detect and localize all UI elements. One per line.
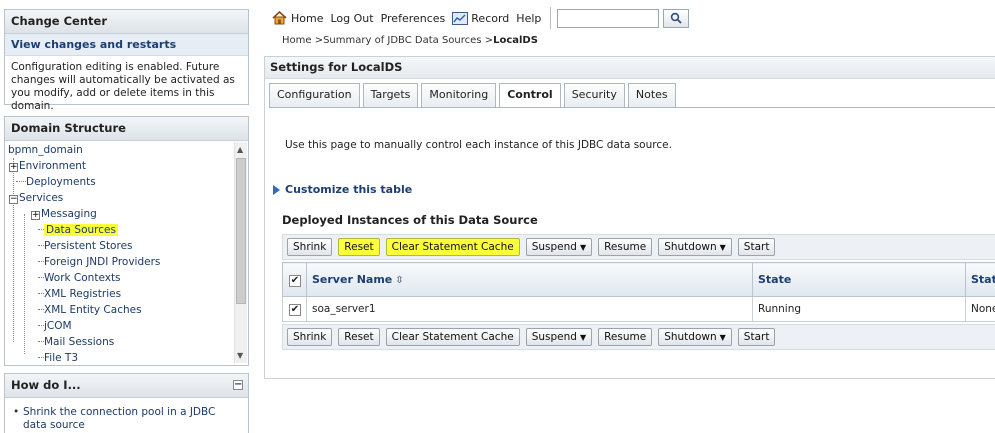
column-state[interactable]: State xyxy=(752,262,966,297)
sort-icon[interactable]: ⇳ xyxy=(395,275,403,286)
expand-icon[interactable]: + xyxy=(31,211,40,220)
tree-item-environment[interactable]: +Environment xyxy=(8,158,234,174)
breadcrumb-links[interactable]: Home >Summary of JDBC Data Sources > xyxy=(282,35,493,46)
breadcrumb-current: LocalDS xyxy=(493,35,538,46)
shutdown-button[interactable]: Shutdown ▼ xyxy=(658,238,732,256)
expand-icon[interactable]: + xyxy=(9,163,18,172)
logout-link[interactable]: Log Out xyxy=(330,12,373,25)
search-input[interactable] xyxy=(557,8,660,28)
resume-button[interactable]: Resume xyxy=(598,328,653,346)
shrink-button[interactable]: Shrink xyxy=(287,328,333,346)
reset-button[interactable]: Reset xyxy=(338,238,380,256)
how-do-i-panel: How do I... − Shrink the connection pool… xyxy=(4,373,249,433)
tree-item-xml-entity-caches[interactable]: XML Entity Caches xyxy=(8,302,234,318)
record-link[interactable]: Record xyxy=(471,12,509,25)
intro-text: Use this page to manually control each i… xyxy=(285,139,672,151)
tree-item-mail-sessions[interactable]: Mail Sessions xyxy=(8,334,234,350)
suspend-button[interactable]: Suspend ▼ xyxy=(525,328,593,346)
tab-security[interactable]: Security xyxy=(563,83,625,107)
view-changes-link[interactable]: View changes and restarts xyxy=(5,34,248,56)
tree-item-foreign-jndi[interactable]: Foreign JNDI Providers xyxy=(8,254,234,270)
column-stat[interactable]: Stat xyxy=(965,262,995,297)
state-cell: Running xyxy=(752,296,966,322)
expand-triangle-icon[interactable] xyxy=(273,184,280,195)
tree-item-file-t3[interactable]: File T3 xyxy=(8,350,234,363)
settings-panel: Settings for LocalDS Configuration Targe… xyxy=(264,56,995,379)
start-button[interactable]: Start xyxy=(737,328,776,346)
tab-monitoring[interactable]: Monitoring xyxy=(421,83,497,107)
tree-item-services[interactable]: −Services xyxy=(8,190,234,206)
scroll-up-icon[interactable]: ▲ xyxy=(237,145,243,154)
table-row[interactable]: ✔ soa_server1 Running None xyxy=(282,296,995,322)
customize-table-link[interactable]: Customize this table xyxy=(273,183,412,196)
chevron-down-icon: ▼ xyxy=(719,243,726,252)
chevron-down-icon: ▼ xyxy=(719,333,726,342)
tab-control[interactable]: Control xyxy=(499,83,561,108)
start-button[interactable]: Start xyxy=(737,238,776,256)
scroll-thumb[interactable] xyxy=(236,158,246,304)
suspend-button[interactable]: Suspend ▼ xyxy=(525,238,593,256)
table-toolbar-bottom: Shrink Reset Clear Statement Cache Suspe… xyxy=(282,324,995,350)
how-do-i-title: How do I... − xyxy=(5,374,248,398)
tree-item-messaging[interactable]: +Messaging xyxy=(8,206,234,222)
tab-bar: Configuration Targets Monitoring Control… xyxy=(269,83,679,108)
scroll-down-icon[interactable]: ▼ xyxy=(237,351,243,360)
record-icon[interactable] xyxy=(452,11,469,25)
tab-targets[interactable]: Targets xyxy=(362,83,419,107)
page-title: Settings for LocalDS xyxy=(265,57,995,79)
shrink-button[interactable]: Shrink xyxy=(287,238,333,256)
reset-button[interactable]: Reset xyxy=(338,328,380,346)
tree-item-xml-registries[interactable]: XML Registries xyxy=(8,286,234,302)
breadcrumb: Home >Summary of JDBC Data Sources >Loca… xyxy=(282,35,538,46)
search-button[interactable] xyxy=(663,8,690,28)
tree-item-domain[interactable]: bpmn_domain xyxy=(8,142,234,158)
tree-item-work-contexts[interactable]: Work Contexts xyxy=(8,270,234,286)
chevron-down-icon: ▼ xyxy=(579,243,587,252)
how-do-i-link[interactable]: Shrink the connection pool in a JDBC dat… xyxy=(13,406,242,432)
search-icon xyxy=(671,12,683,24)
row-checkbox[interactable]: ✔ xyxy=(289,303,301,316)
tree-scrollbar[interactable]: ▲ ▼ xyxy=(234,142,247,363)
instances-table: ✔ Server Name ⇳ State Stat ✔ soa_server1 … xyxy=(282,262,995,322)
home-icon[interactable] xyxy=(272,10,287,25)
collapse-icon[interactable]: − xyxy=(233,380,243,390)
collapse-icon[interactable]: − xyxy=(9,195,18,204)
table-title: Deployed Instances of this Data Source xyxy=(282,213,538,227)
weblogic-console: Change Center View changes and restarts … xyxy=(0,0,995,433)
tree-item-deployments[interactable]: Deployments xyxy=(8,174,234,190)
help-link[interactable]: Help xyxy=(516,12,541,25)
tab-divider xyxy=(269,107,995,108)
chevron-down-icon: ▼ xyxy=(579,333,587,342)
change-center-title: Change Center xyxy=(5,10,248,34)
clear-statement-cache-button[interactable]: Clear Statement Cache xyxy=(385,238,520,256)
stat-cell: None xyxy=(965,296,995,322)
domain-structure-panel: Domain Structure bpmn_domain +Environmen… xyxy=(4,116,249,366)
tab-configuration[interactable]: Configuration xyxy=(269,83,360,107)
tree-item-data-sources[interactable]: Data Sources xyxy=(8,222,234,238)
home-link[interactable]: Home xyxy=(291,12,323,25)
domain-tree: bpmn_domain +Environment Deployments −Se… xyxy=(5,142,234,363)
shutdown-button[interactable]: Shutdown ▼ xyxy=(658,328,732,346)
table-toolbar-top: Shrink Reset Clear Statement Cache Suspe… xyxy=(282,234,995,260)
column-server-name[interactable]: Server Name ⇳ xyxy=(306,262,753,297)
change-center-panel: Change Center View changes and restarts … xyxy=(4,9,249,112)
nav-divider xyxy=(550,7,552,29)
tab-notes[interactable]: Notes xyxy=(627,83,676,107)
server-name-cell[interactable]: soa_server1 xyxy=(306,296,753,322)
preferences-link[interactable]: Preferences xyxy=(381,12,446,25)
change-center-text: Configuration editing is enabled. Future… xyxy=(11,61,235,112)
select-all-checkbox[interactable]: ✔ xyxy=(289,274,301,287)
tree-item-persistent-stores[interactable]: Persistent Stores xyxy=(8,238,234,254)
top-nav: Home Log Out Preferences Record Help xyxy=(272,7,690,29)
table-header-row: ✔ Server Name ⇳ State Stat xyxy=(282,262,995,297)
select-all-header[interactable]: ✔ xyxy=(282,262,307,297)
tree-item-jcom[interactable]: jCOM xyxy=(8,318,234,334)
clear-statement-cache-button[interactable]: Clear Statement Cache xyxy=(385,328,520,346)
resume-button[interactable]: Resume xyxy=(598,238,653,256)
row-select-cell[interactable]: ✔ xyxy=(282,296,307,322)
domain-structure-title: Domain Structure xyxy=(5,117,248,141)
